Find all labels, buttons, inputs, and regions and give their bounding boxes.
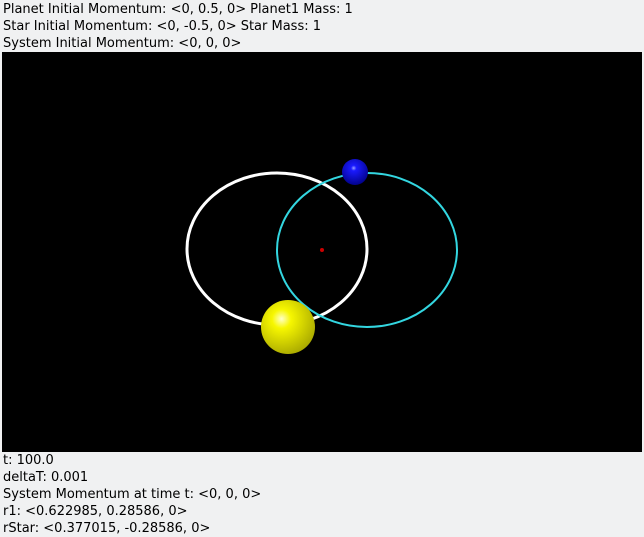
simulation-canvas[interactable] <box>2 52 642 452</box>
header-line-2: Star Initial Momentum: <0, -0.5, 0> Star … <box>3 18 353 35</box>
star-initial-momentum: Star Initial Momentum: <0, -0.5, 0> <box>3 19 237 34</box>
planet-initial-momentum: Planet Initial Momentum: <0, 0.5, 0> <box>3 2 247 17</box>
star-sphere <box>261 300 315 354</box>
header-info: Planet Initial Momentum: <0, 0.5, 0> Plan… <box>3 1 353 52</box>
delta-t-readout: deltaT: 0.001 <box>3 470 89 485</box>
r-star-readout: rStar: <0.377015, -0.28586, 0> <box>3 521 211 536</box>
star-mass: Star Mass: 1 <box>240 19 322 34</box>
simulation-page: Planet Initial Momentum: <0, 0.5, 0> Plan… <box>0 0 644 537</box>
system-momentum-readout: System Momentum at time t: <0, 0, 0> <box>3 487 262 502</box>
planet-sphere <box>342 159 368 185</box>
center-of-mass-marker <box>320 248 324 252</box>
r1-readout: r1: <0.622985, 0.28586, 0> <box>3 504 188 519</box>
time-readout: t: 100.0 <box>3 453 54 468</box>
scene-svg <box>185 159 458 354</box>
system-initial-momentum: System Initial Momentum: <0, 0, 0> <box>3 36 242 51</box>
planet-mass: Planet1 Mass: 1 <box>250 2 353 17</box>
header-line-1: Planet Initial Momentum: <0, 0.5, 0> Plan… <box>3 1 353 18</box>
footer-info: t: 100.0 deltaT: 0.001 System Momentum a… <box>3 452 261 537</box>
